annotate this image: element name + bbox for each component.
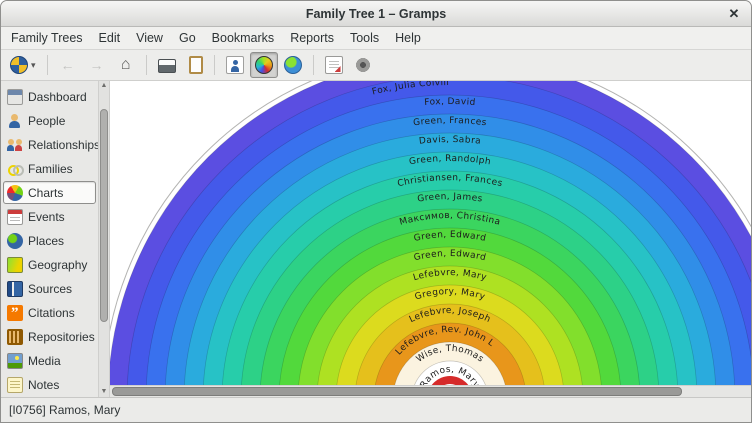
scrollbar-track[interactable] — [99, 91, 109, 387]
media-icon — [7, 353, 23, 369]
sidebar-item-events[interactable]: Events — [3, 205, 96, 228]
sidebar-item-label: Charts — [28, 186, 63, 200]
scroll-up-icon[interactable]: ▲ — [101, 81, 108, 91]
toolbar-separator — [313, 55, 314, 75]
sidebar-item-label: Geography — [28, 258, 87, 272]
sidebar-item-label: Relationships — [28, 138, 98, 152]
print-icon — [158, 59, 176, 73]
toolbar-separator — [47, 55, 48, 75]
toolbar-separator — [146, 55, 147, 75]
close-icon[interactable]: ✕ — [725, 5, 743, 23]
sidebar-item-places[interactable]: Places — [3, 229, 96, 252]
main-canvas-area: Fox, Julia ColvillFox, DavidGreen, Franc… — [110, 81, 751, 397]
events-icon — [7, 209, 23, 225]
back-icon: ← — [59, 56, 77, 74]
horizontal-scrollbar[interactable] — [110, 385, 751, 397]
sidebar-item-label: Notes — [28, 378, 59, 392]
gramps-window: Family Tree 1 – Gramps ✕ Family TreesEdi… — [0, 0, 752, 423]
statusbar: [I0756] Ramos, Mary — [1, 397, 751, 422]
horizontal-scrollbar-thumb[interactable] — [112, 387, 682, 396]
configure-button[interactable] — [349, 52, 377, 78]
sidebar-item-families[interactable]: Families — [3, 157, 96, 180]
sidebar-item-label: Families — [28, 162, 73, 176]
sidebar-item-label: Places — [28, 234, 64, 248]
menu-reports[interactable]: Reports — [282, 27, 342, 49]
citations-icon — [7, 305, 23, 321]
sidebar-item-notes[interactable]: Notes — [3, 373, 96, 396]
home-icon: ⌂ — [117, 56, 135, 74]
places-icon — [7, 233, 23, 249]
geography-view-button[interactable] — [279, 52, 307, 78]
config-icon — [354, 56, 372, 74]
scroll-down-icon[interactable]: ▼ — [101, 387, 108, 397]
sidebar-item-repositories[interactable]: Repositories — [3, 325, 96, 348]
sidebar-item-label: Citations — [28, 306, 75, 320]
person-view-icon — [226, 56, 244, 74]
doc-edit-icon — [325, 56, 343, 74]
sidebar-item-geography[interactable]: Geography — [3, 253, 96, 276]
window-title: Family Tree 1 – Gramps — [306, 7, 446, 21]
home-button[interactable]: ⌂ — [112, 52, 140, 78]
charts-icon — [7, 185, 23, 201]
person-view-button[interactable] — [221, 52, 249, 78]
toolbar: ▾ ← → ⌂ — [1, 50, 751, 81]
clipboard-button[interactable] — [182, 52, 208, 78]
sidebar-item-label: Repositories — [28, 330, 95, 344]
edit-button[interactable] — [320, 52, 348, 78]
menubar: Family TreesEditViewGoBookmarksReportsTo… — [1, 27, 751, 50]
menu-family-trees[interactable]: Family Trees — [3, 27, 91, 49]
globe-icon — [284, 56, 302, 74]
fan-chart[interactable]: Fox, Julia ColvillFox, DavidGreen, Franc… — [110, 81, 751, 385]
active-person-status: [I0756] Ramos, Mary — [9, 403, 120, 417]
sidebar-item-label: Sources — [28, 282, 72, 296]
dropdown-caret-icon: ▾ — [31, 60, 36, 71]
sidebar-item-dashboard[interactable]: Dashboard — [3, 85, 96, 108]
sidebar-item-label: Events — [28, 210, 65, 224]
notes-icon — [7, 377, 23, 393]
sidebar-item-charts[interactable]: Charts — [3, 181, 96, 204]
clipboard-icon — [189, 56, 203, 74]
families-icon — [7, 161, 23, 177]
sidebar-item-relationships[interactable]: Relationships — [3, 133, 96, 156]
dashboard-icon — [7, 89, 23, 105]
sidebar-item-label: Dashboard — [28, 90, 87, 104]
menu-view[interactable]: View — [128, 27, 171, 49]
sidebar-item-label: Media — [28, 354, 61, 368]
geography-icon — [7, 257, 23, 273]
sidebar-scrollbar[interactable]: ▲ ▼ — [98, 81, 110, 397]
forward-icon: → — [88, 56, 106, 74]
sidebar-item-media[interactable]: Media — [3, 349, 96, 372]
fan-icon — [255, 56, 273, 74]
menu-go[interactable]: Go — [171, 27, 204, 49]
sources-icon — [7, 281, 23, 297]
forward-button[interactable]: → — [83, 52, 111, 78]
relationships-icon — [7, 137, 23, 153]
window-body: Dashboard People Relationships Families Char… — [1, 81, 751, 397]
back-button[interactable]: ← — [54, 52, 82, 78]
sidebar-item-label: People — [28, 114, 65, 128]
sidebar-item-sources[interactable]: Sources — [3, 277, 96, 300]
repositories-icon — [7, 329, 23, 345]
toolbar-separator — [214, 55, 215, 75]
sidebar-item-people[interactable]: People — [3, 109, 96, 132]
category-sidebar: Dashboard People Relationships Families Char… — [1, 81, 98, 397]
menu-tools[interactable]: Tools — [342, 27, 387, 49]
fan-ring-label: Fox, David — [424, 97, 476, 108]
people-icon — [7, 113, 23, 129]
scrollbar-thumb[interactable] — [100, 109, 108, 322]
reports-button[interactable] — [153, 52, 181, 78]
gramps-menu-button[interactable]: ▾ — [5, 52, 41, 78]
menu-help[interactable]: Help — [387, 27, 429, 49]
sidebar-item-citations[interactable]: Citations — [3, 301, 96, 324]
gramps-icon — [10, 56, 28, 74]
menu-bookmarks[interactable]: Bookmarks — [204, 27, 283, 49]
menu-edit[interactable]: Edit — [91, 27, 129, 49]
titlebar[interactable]: Family Tree 1 – Gramps ✕ — [1, 1, 751, 27]
fan-chart-canvas[interactable]: Fox, Julia ColvillFox, DavidGreen, Franc… — [110, 81, 751, 385]
fan-chart-view-button[interactable] — [250, 52, 278, 78]
